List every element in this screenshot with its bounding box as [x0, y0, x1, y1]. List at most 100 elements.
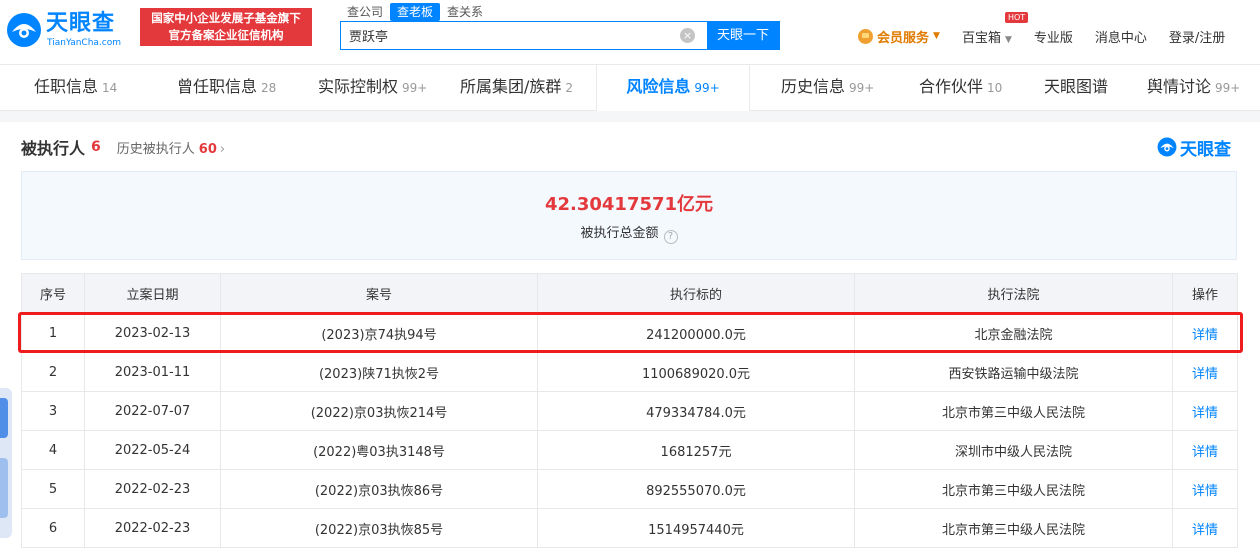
baibao-label: 百宝箱	[961, 30, 1001, 46]
hot-badge: HOT	[1004, 11, 1029, 23]
detail-link[interactable]: 详情	[1192, 523, 1218, 538]
badge-line-2: 官方备案企业征信机构	[168, 28, 284, 42]
cell-court: 深圳市中级人民法院	[854, 430, 1173, 470]
total-amount: 42.30417571亿元	[544, 194, 714, 215]
table-row: 6 2022-02-23 (2022)京03执恢85号 1514957440元 …	[21, 508, 1238, 548]
cell-index: 5	[21, 469, 85, 509]
tab-actual-control[interactable]: 实际控制权 99+	[318, 65, 427, 111]
cell-amount: 241200000.0元	[537, 313, 855, 353]
column-header-date: 立案日期	[84, 273, 221, 314]
history-executed-link[interactable]: 历史被执行人 60 ›	[117, 138, 225, 157]
table-row: 4 2022-05-24 (2022)粤03执3148号 1681257元 深圳…	[21, 430, 1238, 470]
tab-risk-info[interactable]: 风险信息 99+	[596, 65, 750, 111]
section-brand: 天眼查	[1157, 134, 1231, 160]
cell-date: 2022-05-24	[84, 430, 221, 470]
cell-case-no: (2023)京74执94号	[220, 313, 538, 353]
cell-index: 4	[21, 430, 85, 470]
detail-link[interactable]: 详情	[1192, 445, 1218, 460]
vip-service-link[interactable]: 会员服务	[877, 27, 929, 46]
cell-amount: 1100689020.0元	[537, 352, 855, 392]
help-icon[interactable]: ?	[663, 230, 678, 244]
summary-panel: 42.30417571亿元 被执行总金额?	[21, 171, 1237, 260]
cell-court: 北京金融法院	[854, 313, 1173, 353]
cell-index: 6	[21, 508, 85, 548]
cell-index: 3	[21, 391, 85, 431]
detail-link[interactable]: 详情	[1192, 328, 1218, 343]
column-header-court: 执行法院	[854, 273, 1173, 314]
table-row: 5 2022-02-23 (2022)京03执恢86号 892555070.0元…	[21, 469, 1238, 509]
cell-amount: 1681257元	[537, 430, 855, 470]
cell-action: 详情	[1172, 313, 1238, 353]
search-button[interactable]: 天眼一下	[707, 22, 779, 49]
cell-date: 2023-01-11	[84, 352, 221, 392]
cell-court: 北京市第三中级人民法院	[854, 391, 1173, 431]
tab-partners[interactable]: 合作伙伴 10	[919, 65, 1002, 111]
section-header: 被执行人 6 历史被执行人 60 ›	[21, 136, 225, 158]
tab-discussion[interactable]: 舆情讨论 99+	[1147, 65, 1240, 111]
column-header-action: 操作	[1172, 273, 1238, 314]
search-input[interactable]	[341, 22, 707, 49]
cell-action: 详情	[1172, 391, 1238, 431]
login-register-link[interactable]: 登录/注册	[1169, 27, 1225, 46]
cell-action: 详情	[1172, 508, 1238, 548]
detail-link[interactable]: 详情	[1192, 367, 1218, 382]
cell-court: 北京市第三中级人民法院	[854, 469, 1173, 509]
tianyancha-logo[interactable]: 天眼查 TianYanCha.com	[6, 10, 132, 50]
floating-side-widget[interactable]	[0, 388, 12, 538]
logo-text: 天眼查	[46, 11, 116, 36]
message-center-link[interactable]: 消息中心	[1095, 27, 1147, 46]
section-count: 6	[91, 139, 101, 155]
cell-date: 2022-07-07	[84, 391, 221, 431]
clear-icon[interactable]: ×	[680, 28, 695, 43]
column-header-case-no: 案号	[220, 273, 538, 314]
profile-tab-bar: 任职信息 14 曾任职信息 28 实际控制权 99+ 所属集团/族群 2 风险信息 99+…	[0, 64, 1260, 111]
column-header-index: 序号	[21, 273, 85, 314]
chevron-down-icon: ▼	[1004, 34, 1012, 45]
tab-graph[interactable]: 天眼图谱	[1044, 65, 1108, 111]
column-header-amount: 执行标的	[537, 273, 855, 314]
tab-group[interactable]: 所属集团/族群 2	[460, 65, 573, 111]
search-tab-company[interactable]: 查公司	[340, 3, 390, 21]
search-box: × 天眼一下	[340, 21, 780, 50]
baibao-menu[interactable]: 百宝箱 ▼ HOT	[961, 11, 1029, 46]
badge-line-1: 国家中小企业发展子基金旗下	[151, 11, 301, 25]
table-row: 3 2022-07-07 (2022)京03执恢214号 479334784.0…	[21, 391, 1238, 431]
cell-amount: 479334784.0元	[537, 391, 855, 431]
cell-index: 2	[21, 352, 85, 392]
section-separator	[0, 111, 1260, 122]
cell-date: 2022-02-23	[84, 508, 221, 548]
cell-court: 北京市第三中级人民法院	[854, 508, 1173, 548]
cell-court: 西安铁路运输中级法院	[854, 352, 1173, 392]
logo-domain: TianYanCha.com	[47, 38, 122, 48]
search-tab-relation[interactable]: 查关系	[440, 3, 490, 21]
cell-date: 2023-02-13	[84, 313, 221, 353]
table-row: 1 2023-02-13 (2023)京74执94号 241200000.0元 …	[21, 313, 1238, 353]
tab-history-info[interactable]: 历史信息 99+	[781, 65, 874, 111]
tab-former-positions[interactable]: 曾任职信息 28	[177, 65, 276, 111]
official-badge: 国家中小企业发展子基金旗下 官方备案企业征信机构	[140, 8, 312, 46]
top-header: 天眼查 TianYanCha.com 国家中小企业发展子基金旗下 官方备案企业征…	[0, 0, 1260, 64]
cell-case-no: (2022)京03执恢86号	[220, 469, 538, 509]
executed-table: 序号 立案日期 案号 执行标的 执行法院 操作 1 2023-02-13 (20…	[21, 273, 1238, 548]
cell-action: 详情	[1172, 352, 1238, 392]
search-type-tabs: 查公司 查老板 查关系	[340, 3, 490, 21]
cell-date: 2022-02-23	[84, 469, 221, 509]
cell-index: 1	[21, 313, 85, 353]
vip-crown-icon	[858, 28, 873, 44]
detail-link[interactable]: 详情	[1192, 484, 1218, 499]
chevron-down-icon: ▼	[933, 31, 940, 41]
search-tab-boss[interactable]: 查老板	[390, 3, 441, 21]
tab-current-positions[interactable]: 任职信息 14	[34, 65, 117, 111]
cell-amount: 1514957440元	[537, 508, 855, 548]
cell-case-no: (2022)京03执恢85号	[220, 508, 538, 548]
total-amount-label: 被执行总金额?	[22, 222, 1236, 244]
chevron-right-icon: ›	[219, 141, 226, 157]
pro-version-link[interactable]: 专业版	[1034, 27, 1073, 46]
table-header-row: 序号 立案日期 案号 执行标的 执行法院 操作	[21, 273, 1238, 314]
section-title: 被执行人	[21, 139, 86, 158]
cell-case-no: (2022)京03执恢214号	[220, 391, 538, 431]
brand-text: 天眼查	[1180, 139, 1231, 160]
cell-action: 详情	[1172, 430, 1238, 470]
detail-link[interactable]: 详情	[1192, 406, 1218, 421]
eye-logo-icon	[7, 13, 41, 47]
